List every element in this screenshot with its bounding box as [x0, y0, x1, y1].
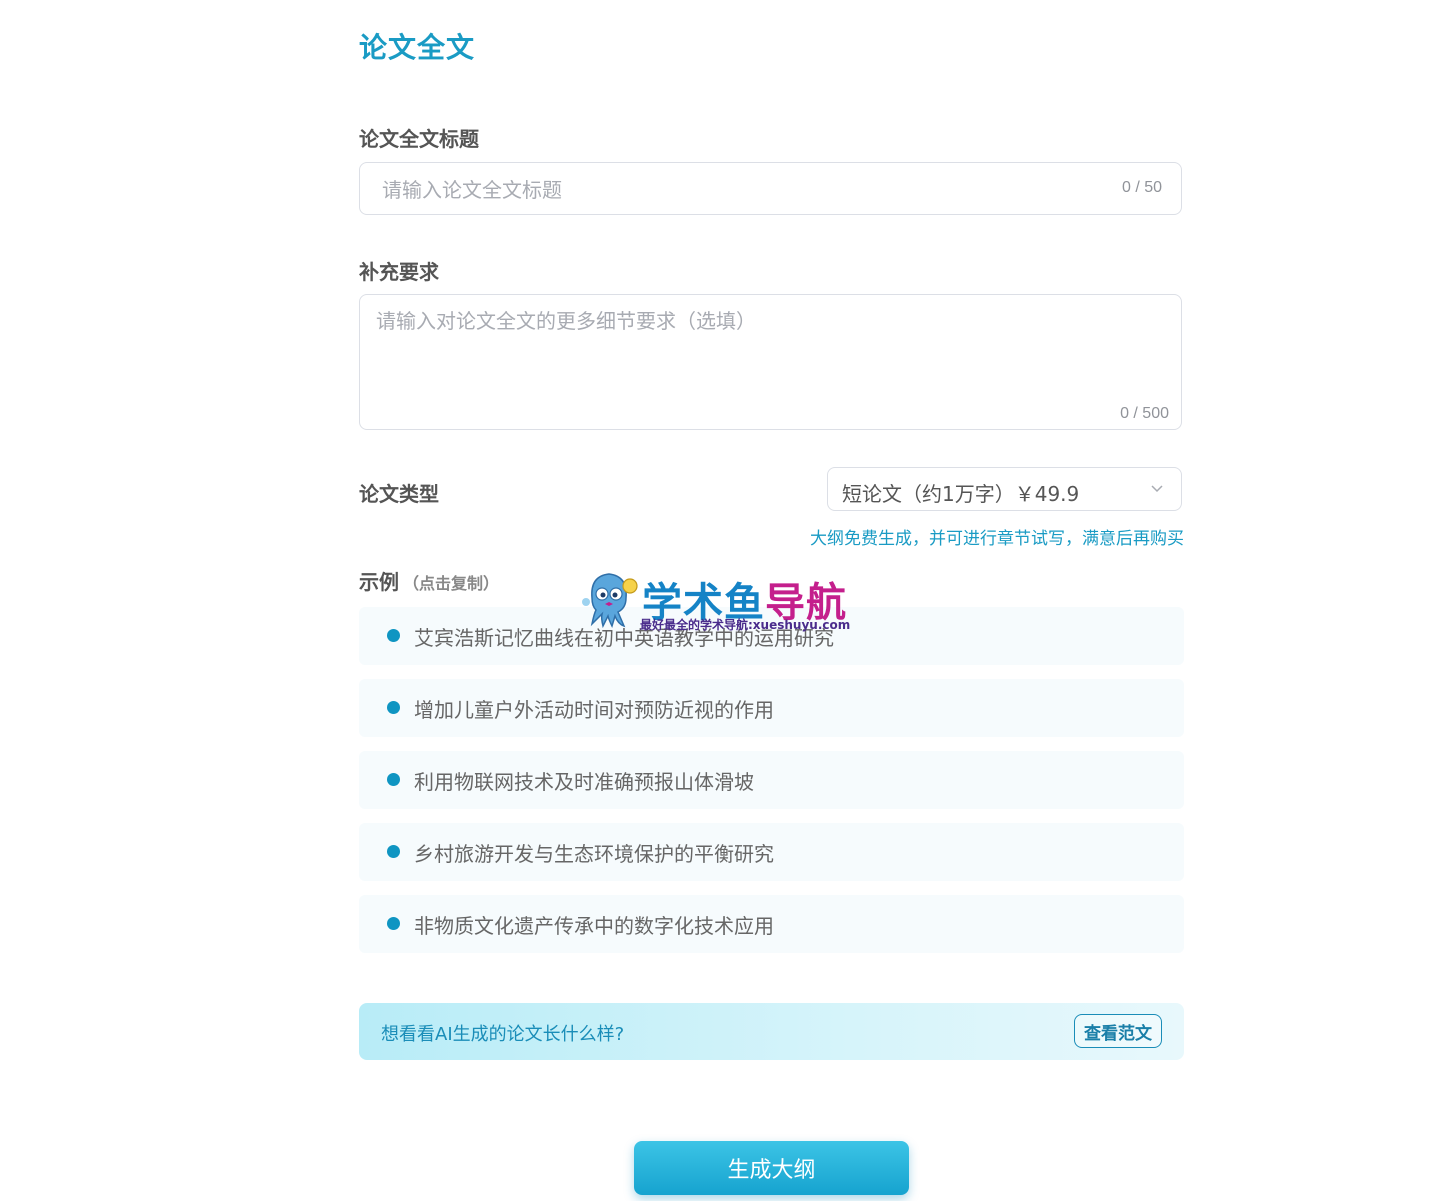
extra-requirements-label: 补充要求 [359, 260, 439, 284]
paper-type-select[interactable]: 短论文（约1万字）￥49.9 [827, 467, 1182, 511]
extra-requirements-container: 0 / 500 [359, 294, 1182, 430]
generate-outline-button[interactable]: 生成大纲 [634, 1141, 909, 1195]
title-char-counter: 0 / 50 [1121, 179, 1162, 196]
page-title: 论文全文 [359, 31, 476, 64]
paper-title-input[interactable] [380, 163, 1104, 216]
examples-label-text: 示例 [359, 570, 399, 594]
watermark-logo: 学术鱼导航 最好最全的学术导航:xueshuyu.com [578, 566, 873, 636]
bullet-dot-icon [387, 917, 400, 930]
page: 论文全文 论文全文标题 0 / 50 补充要求 0 / 500 论文类型 短论文… [0, 0, 1447, 1201]
octopus-mascot-icon [582, 573, 638, 629]
example-item[interactable]: 乡村旅游开发与生态环境保护的平衡研究 [359, 823, 1184, 881]
view-sample-button[interactable]: 查看范文 [1074, 1014, 1162, 1048]
chevron-down-icon [1151, 485, 1163, 493]
extra-char-counter: 0 / 500 [1120, 405, 1169, 422]
bullet-dot-icon [387, 773, 400, 786]
bullet-dot-icon [387, 701, 400, 714]
paper-type-label: 论文类型 [359, 482, 439, 506]
examples-hint: （点击复制） [403, 574, 500, 593]
example-item[interactable]: 增加儿童户外活动时间对预防近视的作用 [359, 679, 1184, 737]
example-text: 增加儿童户外活动时间对预防近视的作用 [414, 698, 774, 722]
example-item[interactable]: 利用物联网技术及时准确预报山体滑坡 [359, 751, 1184, 809]
example-text: 利用物联网技术及时准确预报山体滑坡 [414, 770, 754, 794]
example-text: 非物质文化遗产传承中的数字化技术应用 [414, 914, 774, 938]
title-field-label: 论文全文标题 [359, 127, 479, 151]
example-item[interactable]: 非物质文化遗产传承中的数字化技术应用 [359, 895, 1184, 953]
watermark-tagline: 最好最全的学术导航:xueshuyu.com [640, 618, 851, 632]
example-text: 乡村旅游开发与生态环境保护的平衡研究 [414, 842, 774, 866]
examples-label: 示例 （点击复制） [359, 566, 499, 595]
sample-paper-prompt: 想看看AI生成的论文长什么样? [381, 1024, 625, 1045]
sample-paper-banner: 想看看AI生成的论文长什么样? 查看范文 [359, 1003, 1184, 1060]
bullet-dot-icon [387, 629, 400, 642]
paper-type-note: 大纲免费生成，并可进行章节试写，满意后再购买 [810, 529, 1184, 549]
paper-type-selected-value: 短论文（约1万字）￥49.9 [842, 482, 1080, 506]
title-input-container: 0 / 50 [359, 162, 1182, 216]
bullet-dot-icon [387, 845, 400, 858]
extra-requirements-textarea[interactable] [374, 303, 1168, 397]
